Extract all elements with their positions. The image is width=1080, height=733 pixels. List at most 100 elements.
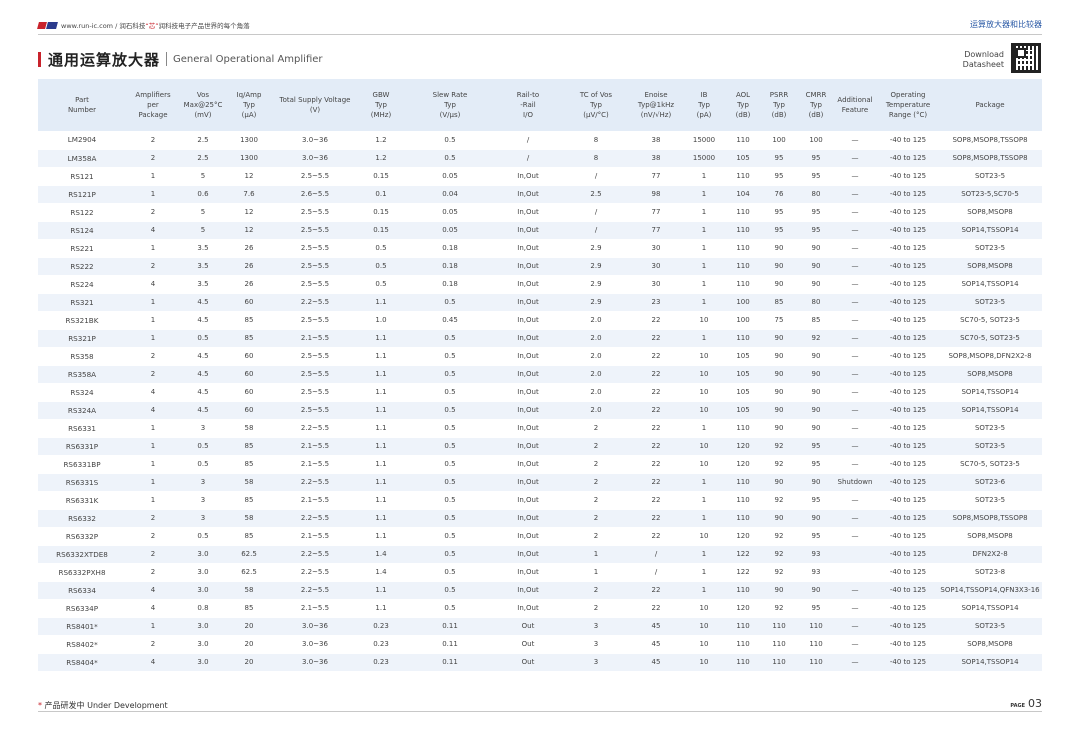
table-cell: 3: [180, 419, 226, 438]
table-cell: 5: [180, 203, 226, 222]
table-cell: 110: [728, 275, 758, 294]
table-cell: In,Out: [496, 185, 560, 204]
table-cell: 90: [800, 347, 832, 366]
table-cell: SOP14,TSSOP14: [938, 275, 1042, 294]
table-cell: 2.1~5.5: [272, 599, 358, 618]
table-cell: —: [832, 167, 878, 186]
table-cell: 22: [632, 527, 680, 546]
table-cell: In,Out: [496, 383, 560, 402]
table-cell: 2: [126, 149, 180, 168]
table-row: RS6334 4 3.0 58 2.2~5.5 1.1 0.5 In,Out 2 22 1 110 90…: [38, 581, 1042, 600]
table-cell: 90: [758, 383, 800, 402]
table-cell: 3.0: [180, 653, 226, 672]
table-cell: In,Out: [496, 437, 560, 456]
table-cell: 1: [126, 437, 180, 456]
table-cell: 4: [126, 401, 180, 420]
part-number-cell: RS222: [38, 257, 126, 276]
table-cell: 95: [800, 491, 832, 510]
table-row: RS321P 1 0.5 85 2.1~5.5 1.1 0.5 In,Out 2.0 22 1 110…: [38, 329, 1042, 348]
column-header: GBW Typ (MHz): [358, 79, 404, 131]
website-link[interactable]: www.run-ic.com: [61, 22, 113, 30]
brand-logo: [37, 20, 58, 30]
table-cell: 2.2~5.5: [272, 509, 358, 528]
table-cell: 2: [560, 599, 632, 618]
table-cell: 92: [758, 545, 800, 564]
table-cell: 23: [632, 293, 680, 312]
table-row: RS6332 2 3 58 2.2~5.5 1.1 0.5 In,Out 2 22 1 110 90 90…: [38, 509, 1042, 528]
part-number-cell: RS324A: [38, 401, 126, 420]
table-cell: -40 to 125: [878, 203, 938, 222]
table-cell: 1: [680, 419, 728, 438]
table-cell: 90: [800, 401, 832, 420]
table-cell: 90: [800, 419, 832, 438]
table-cell: 22: [632, 491, 680, 510]
table-cell: 110: [728, 581, 758, 600]
table-cell: 10: [680, 365, 728, 384]
table-cell: 0.11: [404, 635, 496, 654]
table-cell: 10: [680, 599, 728, 618]
table-cell: /: [632, 563, 680, 582]
top-divider: [38, 34, 1042, 35]
table-cell: 90: [758, 329, 800, 348]
table-cell: 2.2~5.5: [272, 419, 358, 438]
table-cell: In,Out: [496, 581, 560, 600]
table-cell: 110: [728, 509, 758, 528]
table-cell: SOT23-6: [938, 473, 1042, 492]
table-cell: 120: [728, 437, 758, 456]
table-cell: 2.5~5.5: [272, 203, 358, 222]
table-cell: -40 to 125: [878, 257, 938, 276]
table-cell: 0.15: [358, 167, 404, 186]
part-number-cell: RS224: [38, 275, 126, 294]
table-cell: 2: [560, 437, 632, 456]
table-cell: SOP8,MSOP8: [938, 257, 1042, 276]
table-cell: SOP8,MSOP8,TSSOP8: [938, 509, 1042, 528]
table-cell: 95: [800, 527, 832, 546]
table-cell: 58: [226, 581, 272, 600]
table-cell: 5: [180, 221, 226, 240]
table-cell: 95: [800, 437, 832, 456]
table-cell: 4.5: [180, 293, 226, 312]
table-cell: 0.6: [180, 185, 226, 204]
part-number-cell: RS6332PXH8: [38, 563, 126, 582]
table-cell: 2: [126, 203, 180, 222]
table-cell: In,Out: [496, 167, 560, 186]
table-cell: 3.0: [180, 617, 226, 636]
table-cell: 0.5: [180, 437, 226, 456]
table-cell: 2.0: [560, 329, 632, 348]
table-cell: 22: [632, 437, 680, 456]
table-cell: 4.5: [180, 365, 226, 384]
table-cell: —: [832, 365, 878, 384]
table-cell: 2.5: [180, 149, 226, 168]
table-cell: 1.1: [358, 383, 404, 402]
table-cell: 90: [800, 473, 832, 492]
table-cell: 95: [758, 203, 800, 222]
table-cell: 2.2~5.5: [272, 293, 358, 312]
column-header: Additional Feature: [832, 79, 878, 131]
table-row: RS358 2 4.5 60 2.5~5.5 1.1 0.5 In,Out 2.0 22 10 105…: [38, 347, 1042, 366]
table-cell: 1: [680, 239, 728, 258]
table-cell: 3.5: [180, 275, 226, 294]
qr-code-icon[interactable]: [1011, 43, 1041, 73]
table-cell: In,Out: [496, 203, 560, 222]
table-cell: 1: [680, 329, 728, 348]
table-cell: 110: [728, 167, 758, 186]
table-cell: 0.5: [404, 383, 496, 402]
table-cell: 4.5: [180, 311, 226, 330]
table-cell: 2.5~5.5: [272, 365, 358, 384]
table-cell: 2: [560, 509, 632, 528]
table-cell: -40 to 125: [878, 365, 938, 384]
table-cell: 22: [632, 401, 680, 420]
table-cell: 2.9: [560, 293, 632, 312]
table-cell: 1.1: [358, 293, 404, 312]
table-cell: In,Out: [496, 239, 560, 258]
table-cell: In,Out: [496, 221, 560, 240]
table-cell: 1.1: [358, 581, 404, 600]
table-row: RS221 1 3.5 26 2.5~5.5 0.5 0.18 In,Out 2.9 30 1 110…: [38, 239, 1042, 258]
part-number-cell: RS6334P: [38, 599, 126, 618]
table-cell: —: [832, 635, 878, 654]
table-cell: 4.5: [180, 383, 226, 402]
table-cell: 10: [680, 401, 728, 420]
table-cell: 0.23: [358, 617, 404, 636]
table-cell: 110: [728, 203, 758, 222]
table-row: RS6331K 1 3 85 2.1~5.5 1.1 0.5 In,Out 2 22 1 110 92 9…: [38, 491, 1042, 510]
